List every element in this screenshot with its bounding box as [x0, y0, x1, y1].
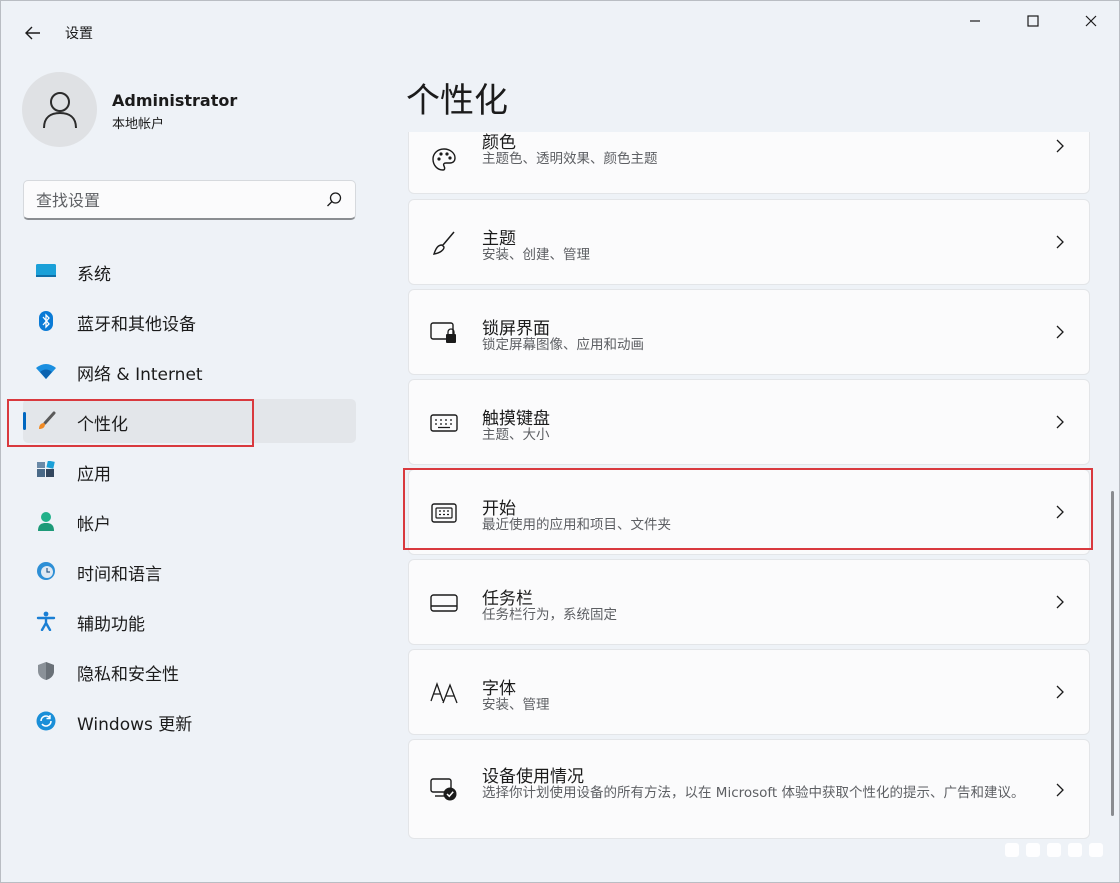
wifi-icon	[35, 361, 57, 381]
bluetooth-icon	[35, 311, 57, 331]
sidebar-item-label: 辅助功能	[77, 615, 145, 635]
close-button[interactable]	[1063, 1, 1119, 41]
sidebar-item-label: 帐户	[77, 515, 111, 535]
accessibility-icon	[35, 611, 57, 631]
update-icon	[35, 711, 57, 731]
chevron-right-icon	[1056, 139, 1064, 153]
card-subtitle: 主题色、透明效果、颜色主题	[482, 151, 658, 167]
sidebar-item-apps[interactable]: 应用	[23, 449, 356, 493]
avatar[interactable]	[22, 72, 97, 147]
minimize-button[interactable]	[947, 1, 1003, 41]
card-subtitle: 任务栏行为，系统固定	[482, 607, 617, 623]
scrollbar[interactable]	[1111, 491, 1114, 816]
sidebar-item-bluetooth[interactable]: 蓝牙和其他设备	[23, 299, 356, 343]
sidebar-item-accounts[interactable]: 帐户	[23, 499, 356, 543]
chevron-right-icon	[1056, 325, 1064, 339]
title-bar: 设置	[1, 1, 1119, 49]
fonts-icon	[429, 678, 459, 708]
page-title: 个性化	[406, 81, 508, 121]
back-button[interactable]	[15, 15, 51, 51]
chevron-right-icon	[1056, 595, 1064, 609]
search-input[interactable]	[36, 188, 316, 212]
sidebar-item-label: 蓝牙和其他设备	[77, 315, 196, 335]
device-usage-icon	[429, 774, 459, 804]
annotation-highlight	[403, 468, 1093, 550]
sidebar-item-time-language[interactable]: 时间和语言	[23, 549, 356, 593]
sidebar-item-network[interactable]: 网络 & Internet	[23, 349, 356, 393]
system-display-icon	[35, 261, 57, 281]
close-icon	[1085, 15, 1097, 27]
account-icon	[35, 511, 57, 531]
card-lock-screen[interactable]: 锁屏界面 锁定屏幕图像、应用和动画	[408, 289, 1090, 375]
sidebar-item-system[interactable]: 系统	[23, 249, 356, 293]
card-subtitle: 锁定屏幕图像、应用和动画	[482, 337, 644, 353]
card-subtitle: 安装、管理	[482, 697, 550, 713]
sidebar-item-accessibility[interactable]: 辅助功能	[23, 599, 356, 643]
minimize-icon	[970, 20, 980, 22]
watermark	[1005, 833, 1115, 867]
account-type: 本地帐户	[112, 117, 165, 132]
sidebar-item-label: 网络 & Internet	[77, 365, 203, 385]
maximize-icon	[1027, 15, 1039, 27]
palette-icon	[429, 145, 459, 175]
sidebar-item-windows-update[interactable]: Windows 更新	[23, 699, 356, 743]
card-subtitle: 主题、大小	[482, 427, 550, 443]
user-icon	[42, 91, 77, 128]
card-device-usage[interactable]: 设备使用情况 选择你计划使用设备的所有方法，以在 Microsoft 体验中获取…	[408, 739, 1090, 839]
card-taskbar[interactable]: 任务栏 任务栏行为，系统固定	[408, 559, 1090, 645]
card-fonts[interactable]: 字体 安装、管理	[408, 649, 1090, 735]
search-icon[interactable]	[325, 191, 343, 209]
chevron-right-icon	[1056, 783, 1064, 797]
card-touch-keyboard[interactable]: 触摸键盘 主题、大小	[408, 379, 1090, 465]
annotation-highlight	[7, 399, 254, 447]
app-title: 设置	[65, 26, 93, 42]
chevron-right-icon	[1056, 415, 1064, 429]
settings-window: 设置 Administrator 本地帐户 系统	[0, 0, 1120, 883]
brush-icon	[429, 228, 459, 258]
chevron-right-icon	[1056, 685, 1064, 699]
card-subtitle: 选择你计划使用设备的所有方法，以在 Microsoft 体验中获取个性化的提示、…	[482, 785, 1025, 801]
sidebar-item-label: 应用	[77, 465, 111, 485]
chevron-right-icon	[1056, 235, 1064, 249]
arrow-left-icon	[25, 26, 40, 40]
sidebar-item-label: 时间和语言	[77, 565, 162, 585]
sidebar-item-privacy-security[interactable]: 隐私和安全性	[23, 649, 356, 693]
user-name: Administrator	[112, 91, 238, 110]
keyboard-icon	[429, 408, 459, 438]
search-box[interactable]	[23, 180, 356, 220]
taskbar-icon	[429, 588, 459, 618]
lock-screen-icon	[429, 318, 459, 348]
time-language-icon	[35, 561, 57, 581]
sidebar-item-label: Windows 更新	[77, 715, 193, 735]
maximize-button[interactable]	[1005, 1, 1061, 41]
card-subtitle: 安装、创建、管理	[482, 247, 590, 263]
card-themes[interactable]: 主题 安装、创建、管理	[408, 199, 1090, 285]
apps-icon	[35, 461, 57, 481]
sidebar-item-label: 隐私和安全性	[77, 665, 179, 685]
card-colors[interactable]: 颜色 主题色、透明效果、颜色主题	[408, 132, 1090, 194]
shield-icon	[35, 661, 57, 681]
sidebar-item-label: 系统	[77, 265, 111, 285]
